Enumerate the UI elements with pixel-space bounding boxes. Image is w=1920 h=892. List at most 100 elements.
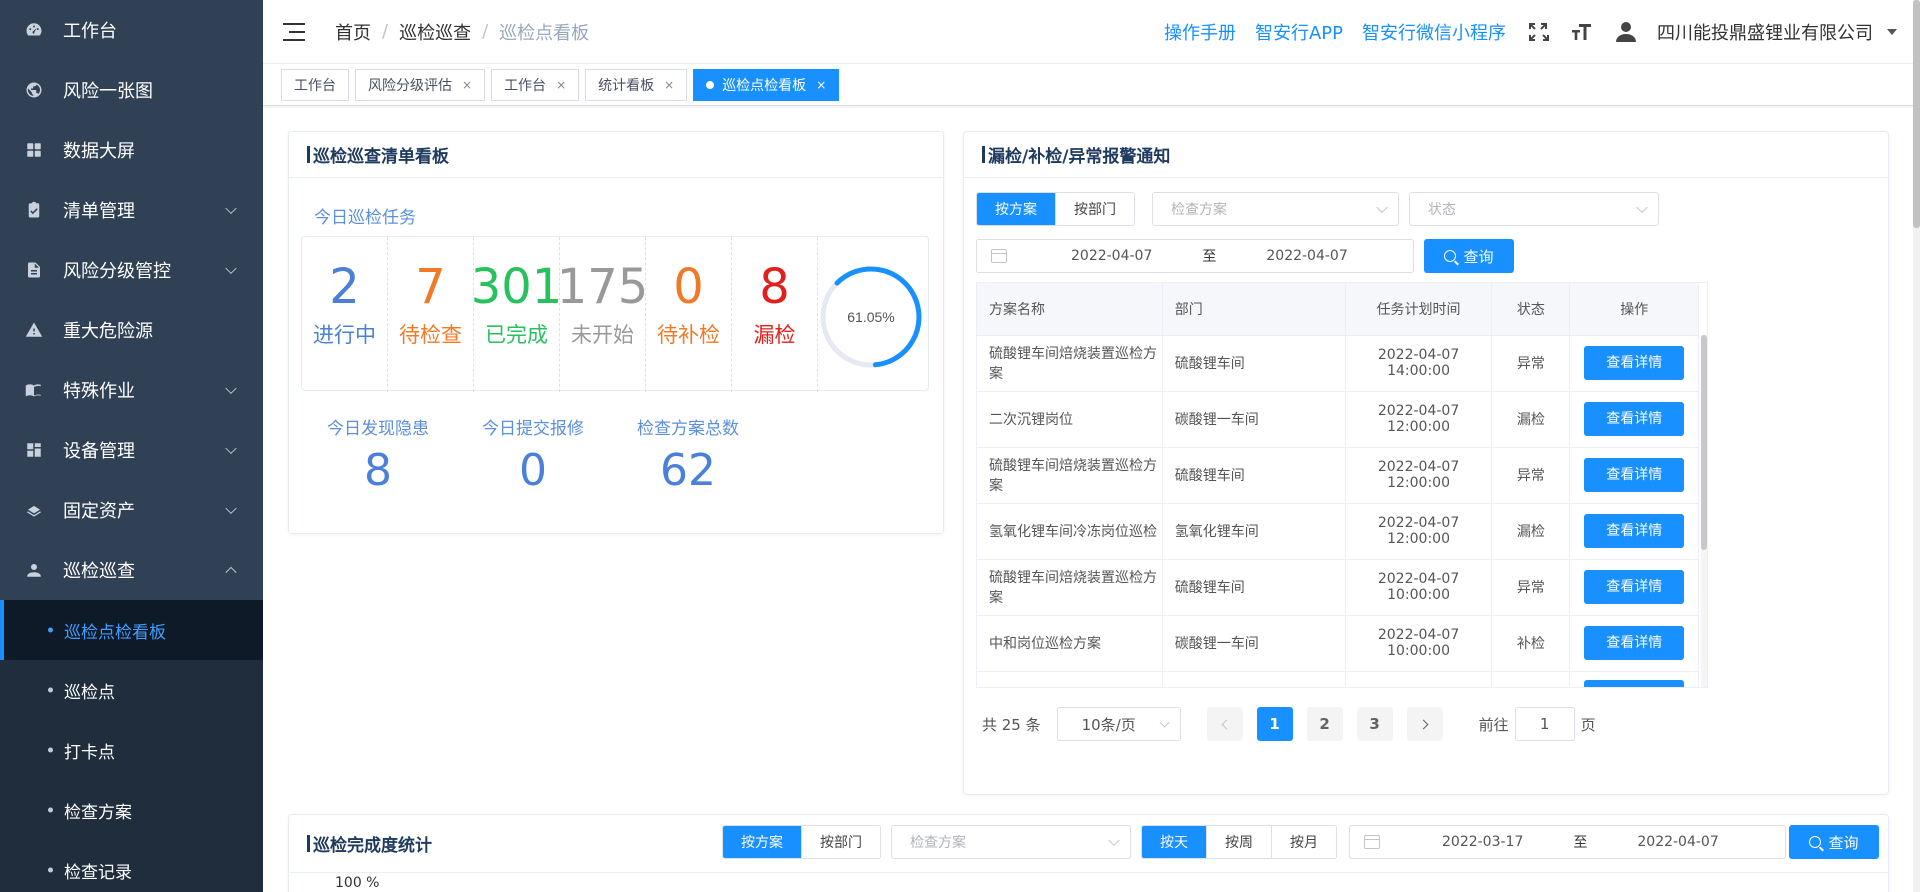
col-plan-time[interactable]: 任务计划时间 — [1345, 283, 1493, 336]
tab-workbench[interactable]: 工作台 — [281, 68, 349, 101]
completion-stats-card: 巡检完成度统计 按方案 按部门 检查方案 按天 按周 按月 2022-03-17… — [288, 814, 1889, 892]
sidebar-subitem-checkin-point[interactable]: 打卡点 — [0, 720, 263, 780]
tab-risk-assessment[interactable]: 风险分级评估 × — [355, 68, 486, 101]
sub-stat-plans[interactable]: 检查方案总数 62 — [624, 414, 752, 496]
tab-workbench-2[interactable]: 工作台 × — [491, 68, 580, 101]
by-plan-button[interactable]: 按方案 — [977, 193, 1056, 225]
view-detail-button[interactable]: 查看详情 — [1584, 570, 1685, 604]
breadcrumb-home[interactable]: 首页 — [335, 19, 371, 45]
sidebar-item-risk-control[interactable]: 风险分级管控 — [0, 240, 263, 300]
by-week-button[interactable]: 按周 — [1207, 826, 1272, 858]
company-dropdown[interactable]: 四川能投鼎盛锂业有限公司 — [1657, 19, 1913, 45]
miniprogram-link[interactable]: 智安行微信小程序 — [1362, 19, 1506, 45]
col-plan-name[interactable]: 方案名称 — [977, 283, 1163, 336]
sidebar-item-fixed-assets[interactable]: 固定资产 — [0, 480, 263, 540]
plan-select[interactable]: 检查方案 — [1152, 192, 1399, 226]
stat-pending-recheck[interactable]: 0 待补检 — [646, 237, 732, 392]
stat-missed[interactable]: 8 漏检 — [732, 237, 818, 392]
view-detail-button[interactable]: 查看详情 — [1584, 626, 1685, 660]
tab-inspection-board[interactable]: 巡检点检看板 × — [693, 68, 840, 101]
stat-not-started[interactable]: 175 未开始 — [557, 237, 648, 392]
menu-toggle-icon[interactable] — [283, 22, 305, 41]
inspection-list-board-card: 巡检巡查清单看板 今日巡检任务 2 进行中 7 待检查 301 已完成 175 … — [288, 131, 944, 534]
font-size-icon[interactable] — [1569, 19, 1595, 45]
breadcrumb-inspection[interactable]: 巡检巡查 — [399, 19, 471, 45]
close-icon[interactable]: × — [556, 78, 566, 92]
by-department-button[interactable]: 按部门 — [1056, 193, 1134, 225]
view-detail-button-partial[interactable] — [1584, 680, 1685, 687]
by-department-button[interactable]: 按部门 — [802, 826, 880, 858]
table-row — [977, 671, 1699, 687]
date-from[interactable]: 2022-04-07 — [1071, 248, 1152, 264]
sidebar-item-label: 巡检巡查 — [63, 561, 135, 582]
page-1-button[interactable]: 1 — [1256, 707, 1293, 741]
by-month-button[interactable]: 按月 — [1272, 826, 1336, 858]
view-detail-button[interactable]: 查看详情 — [1584, 346, 1685, 380]
goto-suffix: 页 — [1580, 715, 1596, 734]
table-row: 中和岗位巡检方案 碳酸锂一车间 2022-04-07 10:00:00 补检 查… — [977, 615, 1699, 672]
chevron-left-icon — [1221, 719, 1232, 729]
app-link[interactable]: 智安行APP — [1255, 19, 1343, 45]
chevron-down-icon — [1636, 201, 1648, 214]
plan-select[interactable]: 检查方案 — [891, 825, 1131, 859]
stat-completed[interactable]: 301 已完成 — [471, 237, 562, 392]
sub-stat-repairs[interactable]: 今日提交报修 0 — [469, 414, 597, 496]
by-plan-button[interactable]: 按方案 — [723, 826, 802, 858]
page-size-select[interactable]: 10条/页 — [1056, 707, 1181, 741]
sidebar-item-label: 特殊作业 — [63, 381, 135, 402]
view-detail-button[interactable]: 查看详情 — [1584, 458, 1685, 492]
sidebar-item-label: 风险一张图 — [63, 81, 153, 102]
sub-stat-hazards[interactable]: 今日发现隐患 8 — [314, 414, 442, 496]
sidebar-item-data-screen[interactable]: 数据大屏 — [0, 120, 263, 180]
sidebar-subitem-inspection-board[interactable]: 巡检点检看板 — [0, 600, 263, 660]
tab-statistics-board[interactable]: 统计看板 × — [585, 68, 688, 101]
sidebar-item-inspection[interactable]: 巡检巡查 — [0, 540, 263, 600]
view-detail-button[interactable]: 查看详情 — [1584, 402, 1685, 436]
status-select[interactable]: 状态 — [1409, 192, 1659, 226]
page-2-button[interactable]: 2 — [1306, 707, 1343, 741]
sidebar-item-equipment[interactable]: 设备管理 — [0, 420, 263, 480]
group-by-toggle: 按方案 按部门 — [976, 192, 1135, 226]
chevron-down-icon — [225, 262, 237, 275]
date-from[interactable]: 2022-03-17 — [1442, 834, 1523, 850]
date-to[interactable]: 2022-04-07 — [1266, 248, 1347, 264]
next-page-button[interactable] — [1406, 707, 1443, 741]
stat-in-progress[interactable]: 2 进行中 — [302, 237, 388, 392]
col-status[interactable]: 状态 — [1491, 283, 1571, 336]
query-button[interactable]: 查询 — [1424, 239, 1514, 273]
calendar-icon — [1364, 835, 1380, 849]
sidebar-item-special-work[interactable]: 特殊作业 — [0, 360, 263, 420]
book-icon — [24, 380, 44, 400]
goto-page-input[interactable]: 1 — [1514, 707, 1575, 741]
sidebar-item-risk-map[interactable]: 风险一张图 — [0, 60, 263, 120]
alarm-table: 方案名称 部门 任务计划时间 状态 操作 硫酸锂车间焙烧装置巡检方案 硫酸锂车间… — [976, 282, 1708, 688]
by-day-button[interactable]: 按天 — [1142, 826, 1207, 858]
sidebar-subitem-check-plan[interactable]: 检查方案 — [0, 780, 263, 840]
query-button[interactable]: 查询 — [1789, 825, 1879, 859]
stat-pending-check[interactable]: 7 待检查 — [388, 237, 474, 392]
manual-link[interactable]: 操作手册 — [1164, 19, 1236, 45]
page-3-button[interactable]: 3 — [1356, 707, 1393, 741]
apps-icon — [24, 440, 44, 460]
fullscreen-icon[interactable] — [1525, 19, 1551, 45]
table-scrollbar[interactable] — [1701, 335, 1707, 687]
date-to[interactable]: 2022-04-07 — [1637, 834, 1718, 850]
date-range-picker[interactable]: 2022-04-07 至 2022-04-07 — [976, 239, 1414, 273]
sidebar-subitem-inspection-point[interactable]: 巡检点 — [0, 660, 263, 720]
col-department[interactable]: 部门 — [1162, 283, 1346, 336]
close-icon[interactable]: × — [462, 78, 472, 92]
sidebar-item-major-hazard[interactable]: 重大危险源 — [0, 300, 263, 360]
sidebar-item-list-management[interactable]: 清单管理 — [0, 180, 263, 240]
breadcrumb: 首页 / 巡检巡查 / 巡检点看板 — [335, 19, 589, 45]
page-scrollbar[interactable] — [1913, 0, 1920, 892]
view-detail-button[interactable]: 查看详情 — [1584, 514, 1685, 548]
inspector-icon — [24, 560, 44, 580]
sidebar-item-workbench[interactable]: 工作台 — [0, 0, 263, 60]
prev-page-button[interactable] — [1206, 707, 1243, 741]
header-actions: 操作手册 智安行APP 智安行微信小程序 四川能投鼎盛锂业有限公司 — [1164, 0, 1913, 64]
close-icon[interactable]: × — [816, 78, 826, 92]
close-icon[interactable]: × — [664, 78, 674, 92]
date-range-picker[interactable]: 2022-03-17 至 2022-04-07 — [1349, 825, 1786, 859]
user-avatar-icon[interactable] — [1613, 19, 1639, 45]
sidebar-subitem-check-record[interactable]: 检查记录 — [0, 840, 263, 892]
